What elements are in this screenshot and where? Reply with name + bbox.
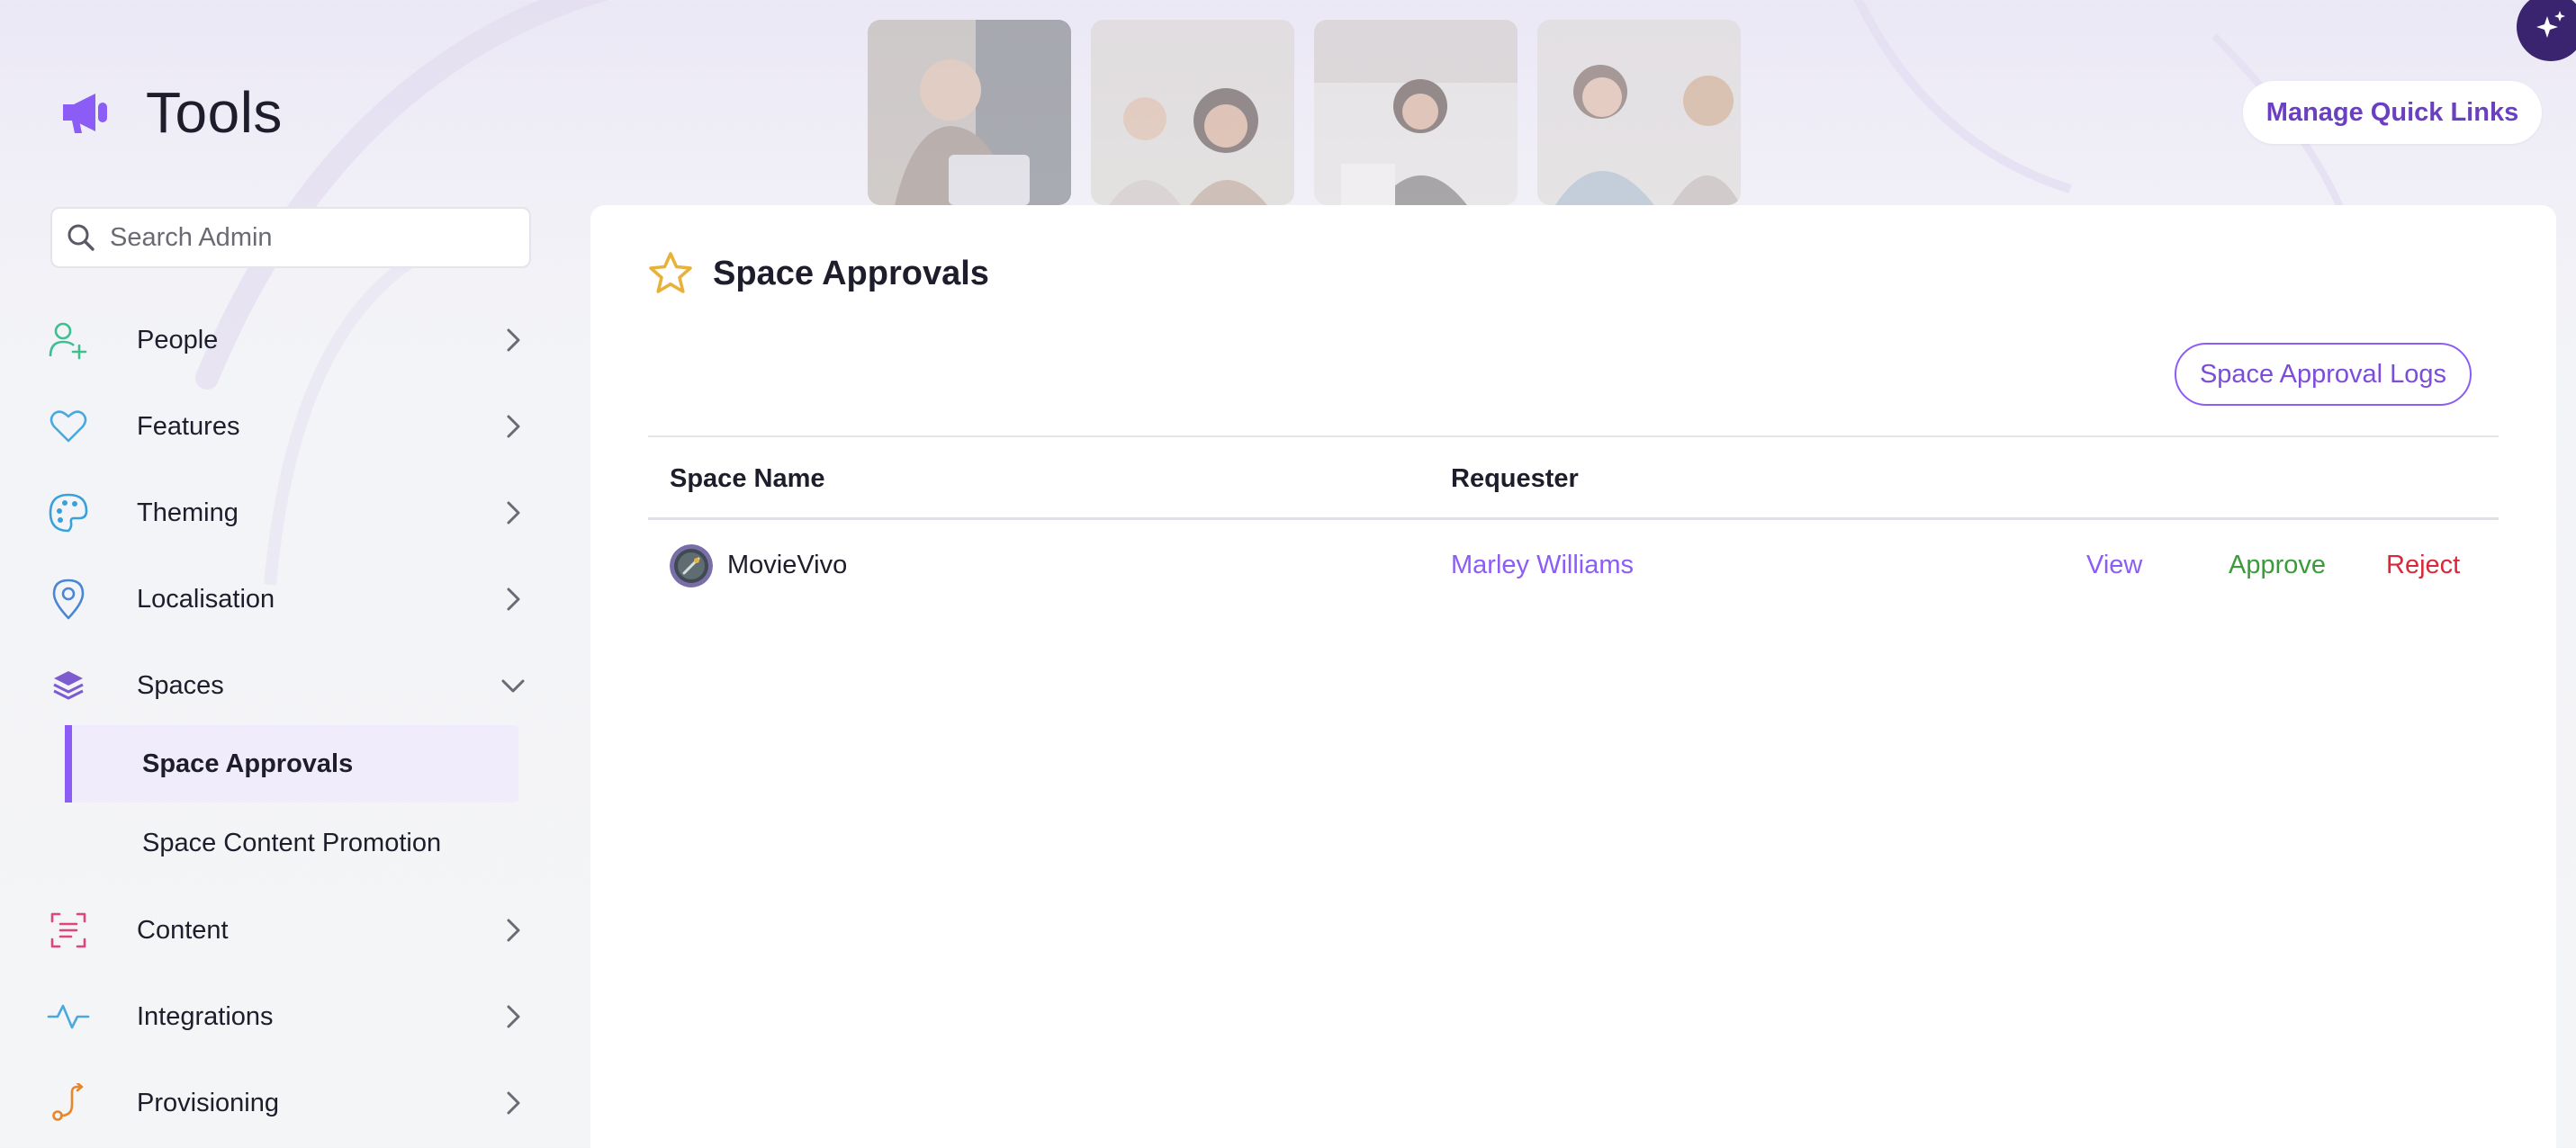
table-header: Space Name Requester — [648, 435, 2499, 520]
sidebar-item-label: Localisation — [137, 584, 275, 614]
sidebar-item-content[interactable]: Content — [43, 898, 536, 963]
activity-icon — [43, 991, 94, 1042]
sidebar-item-label: Provisioning — [137, 1088, 279, 1117]
layers-icon — [43, 660, 94, 711]
chevron-right-icon — [495, 408, 531, 444]
sidebar-item-theming[interactable]: Theming — [43, 480, 536, 545]
megaphone-icon — [59, 86, 112, 139]
hero-photo-strip — [868, 20, 1741, 205]
palette-icon — [43, 488, 94, 538]
space-approval-logs-button[interactable]: Space Approval Logs — [2175, 343, 2472, 406]
hero-photo — [1537, 20, 1741, 205]
page-title: Space Approvals — [713, 254, 989, 292]
hero-photo — [1314, 20, 1518, 205]
ai-assistant-button[interactable] — [2517, 0, 2576, 61]
chevron-right-icon — [495, 999, 531, 1035]
view-action[interactable]: View — [2086, 551, 2142, 580]
app-title: Tools — [146, 80, 283, 145]
manage-quick-links-button[interactable]: Manage Quick Links — [2243, 81, 2542, 144]
user-plus-icon — [43, 315, 94, 365]
location-pin-icon — [43, 574, 94, 624]
panel-header: Space Approvals — [646, 250, 989, 297]
approve-action[interactable]: Approve — [2229, 551, 2326, 580]
search-input[interactable] — [110, 222, 506, 253]
requester-link[interactable]: Marley Williams — [1451, 551, 1634, 580]
sidebar-item-localisation[interactable]: Localisation — [43, 567, 536, 632]
hero-photo — [1091, 20, 1294, 205]
sidebar-item-label: Integrations — [137, 1001, 274, 1031]
space-name: MovieVivo — [727, 551, 848, 579]
sidebar-subitem-label: Space Content Promotion — [142, 828, 442, 857]
column-header-requester: Requester — [1451, 464, 1579, 493]
sparkle-icon — [2536, 11, 2565, 38]
table-row: MovieVivo Marley Williams View Approve R… — [648, 520, 2499, 608]
sidebar-item-spaces[interactable]: Spaces — [43, 653, 536, 718]
search-admin-box[interactable] — [50, 207, 531, 268]
chevron-right-icon — [495, 912, 531, 948]
sidebar-item-features[interactable]: Features — [43, 394, 536, 459]
chevron-right-icon — [495, 322, 531, 358]
space-approvals-panel: Space Approvals Space Approval Logs Spac… — [590, 205, 2556, 1148]
sidebar-item-label: People — [137, 325, 219, 354]
search-icon — [68, 224, 95, 251]
sidebar-item-provisioning[interactable]: Provisioning — [43, 1071, 536, 1135]
chevron-down-icon — [495, 668, 531, 704]
chevron-right-icon — [495, 495, 531, 531]
sidebar-item-integrations[interactable]: Integrations — [43, 984, 536, 1049]
heart-icon — [43, 401, 94, 452]
scan-text-icon — [43, 905, 94, 955]
sidebar-subitem-label: Space Approvals — [142, 749, 354, 778]
sidebar-item-label: Theming — [137, 498, 239, 527]
space-avatar — [670, 544, 713, 587]
sidebar-subitem-space-approvals[interactable]: Space Approvals — [65, 725, 518, 803]
sidebar-item-people[interactable]: People — [43, 308, 536, 372]
chevron-right-icon — [495, 581, 531, 617]
sidebar-subitem-space-content-promotion[interactable]: Space Content Promotion — [65, 804, 518, 882]
app-header: Tools — [59, 79, 283, 146]
chevron-right-icon — [495, 1085, 531, 1121]
sidebar-item-label: Features — [137, 411, 240, 441]
column-header-space-name: Space Name — [670, 464, 825, 493]
sidebar-item-label: Spaces — [137, 670, 224, 700]
hero-photo — [868, 20, 1071, 205]
route-icon — [43, 1078, 94, 1128]
approvals-table: Space Name Requester MovieVivo Marley Wi… — [648, 435, 2499, 608]
star-icon — [649, 252, 692, 293]
sidebar-item-label: Content — [137, 915, 229, 945]
reject-action[interactable]: Reject — [2386, 551, 2460, 580]
